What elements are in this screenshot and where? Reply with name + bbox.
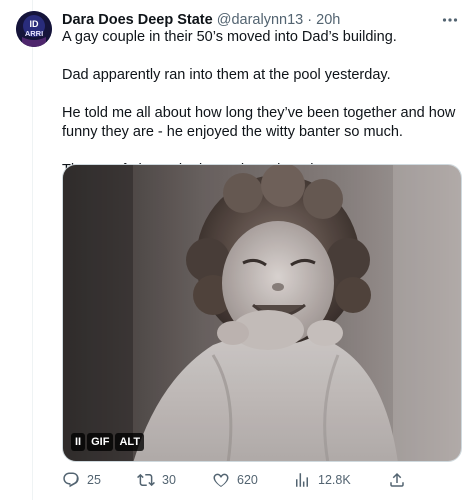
avatar[interactable]: ID ARRI	[16, 11, 52, 47]
retweet-count: 30	[162, 473, 176, 487]
separator-dot: ·	[307, 12, 313, 28]
tweet-paragraph: Dad apparently ran into them at the pool…	[62, 67, 391, 83]
more-button[interactable]	[440, 10, 460, 30]
like-count: 620	[237, 473, 258, 487]
reply-icon	[63, 472, 79, 488]
more-horizontal-icon	[442, 18, 458, 22]
tweet-paragraph: A gay couple in their 50’s moved into Da…	[62, 29, 397, 45]
views-count: 12.8K	[318, 473, 351, 487]
heart-icon	[213, 473, 229, 487]
share-button[interactable]	[388, 470, 406, 490]
reply-count: 25	[87, 473, 101, 487]
views-chart-icon	[296, 473, 308, 487]
share-icon	[390, 472, 404, 487]
tweet[interactable]: ID ARRI Dara Does Deep State @daralynn13…	[0, 0, 474, 500]
display-name[interactable]: Dara Does Deep State	[62, 12, 213, 28]
media-badges: II GIF ALT	[71, 433, 145, 451]
action-bar: 25 30 620 12.8K	[62, 470, 462, 490]
tweet-header: Dara Does Deep State @daralynn13 · 20h	[62, 10, 434, 30]
views-button[interactable]: 12.8K	[293, 470, 351, 490]
avatar-text-line1: ID	[30, 19, 40, 29]
avatar-text-line2: ARRI	[25, 29, 43, 38]
gif-image	[63, 165, 461, 461]
gif-badge: GIF	[87, 433, 114, 451]
timestamp[interactable]: 20h	[316, 12, 340, 28]
alt-button[interactable]: ALT	[115, 433, 145, 451]
user-handle[interactable]: @daralynn13	[217, 12, 303, 28]
pause-button[interactable]: II	[71, 433, 86, 451]
gif-media[interactable]: II GIF ALT	[62, 164, 462, 462]
reply-button[interactable]: 25	[62, 470, 101, 490]
like-button[interactable]: 620	[212, 470, 258, 490]
retweet-icon	[137, 473, 155, 487]
tweet-paragraph: He told me all about how long they’ve be…	[62, 105, 456, 140]
retweet-button[interactable]: 30	[137, 470, 176, 490]
